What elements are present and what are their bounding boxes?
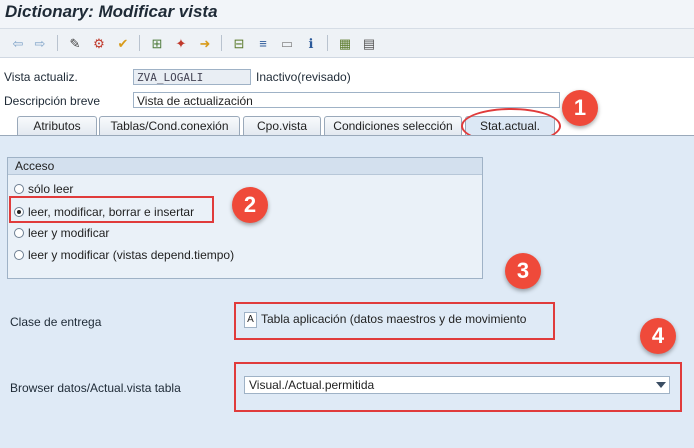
frame-icon[interactable]: ▭ bbox=[277, 33, 297, 53]
annotation-badge-2: 2 bbox=[232, 187, 268, 223]
toolbar-separator bbox=[57, 35, 58, 51]
window-title: Dictionary: Modificar vista bbox=[5, 2, 218, 21]
browser-label: Browser datos/Actual.vista tabla bbox=[10, 381, 181, 395]
annotation-badge-3: 3 bbox=[505, 253, 541, 289]
desc-label: Descripción breve bbox=[4, 94, 101, 108]
table-icon[interactable]: ▤ bbox=[359, 33, 379, 53]
radio-label: leer y modificar bbox=[28, 226, 110, 240]
activate-icon[interactable]: ⚙ bbox=[89, 33, 109, 53]
tab-cpo-vista[interactable]: Cpo.vista bbox=[243, 116, 321, 135]
radio-button[interactable] bbox=[14, 184, 24, 194]
annotation-badge-1: 1 bbox=[562, 90, 598, 126]
desc-field[interactable]: Vista de actualización bbox=[133, 92, 560, 108]
title-bar: Dictionary: Modificar vista bbox=[0, 0, 694, 29]
radio-button[interactable] bbox=[14, 250, 24, 260]
acceso-title: Acceso bbox=[8, 158, 482, 175]
annotation-badge-4: 4 bbox=[640, 318, 676, 354]
tab-tablas[interactable]: Tablas/Cond.conexión bbox=[99, 116, 240, 135]
annotation-box-2 bbox=[9, 196, 214, 223]
annotation-box-3 bbox=[234, 302, 555, 340]
radio-leer-modificar[interactable]: leer y modificar bbox=[14, 224, 109, 242]
radio-leer-modificar-tiempo[interactable]: leer y modificar (vistas depend.tiempo) bbox=[14, 246, 234, 264]
toolbar-separator bbox=[221, 35, 222, 51]
toolbar-separator bbox=[139, 35, 140, 51]
tab-condiciones[interactable]: Condiciones selección bbox=[324, 116, 462, 135]
radio-label: sólo leer bbox=[28, 182, 74, 196]
toolbar-separator bbox=[327, 35, 328, 51]
vista-status: Inactivo(revisado) bbox=[256, 70, 351, 84]
clase-entrega-label: Clase de entrega bbox=[10, 315, 102, 329]
back-icon[interactable]: ⇦ bbox=[8, 33, 28, 53]
tree-icon[interactable]: ▦ bbox=[335, 33, 355, 53]
navigate-icon[interactable]: ➜ bbox=[195, 33, 215, 53]
toolbar: ⇦ ⇨ ✎ ⚙ ✔ ⊞ ✦ ➜ ⊟ ≡ ▭ ℹ ▦ ▤ bbox=[0, 29, 694, 58]
check-icon[interactable]: ✔ bbox=[113, 33, 133, 53]
vista-field[interactable]: ZVA_LOGALI bbox=[133, 69, 251, 85]
where-used-icon[interactable]: ⊞ bbox=[147, 33, 167, 53]
align-icon[interactable]: ≡ bbox=[253, 33, 273, 53]
display-change-icon[interactable]: ✎ bbox=[65, 33, 85, 53]
hierarchy-icon[interactable]: ⊟ bbox=[229, 33, 249, 53]
tab-atributos[interactable]: Atributos bbox=[17, 116, 97, 135]
vista-label: Vista actualiz. bbox=[4, 70, 78, 84]
radio-button[interactable] bbox=[14, 228, 24, 238]
annotation-box-4 bbox=[234, 362, 682, 412]
wand-icon[interactable]: ✦ bbox=[171, 33, 191, 53]
radio-label: leer y modificar (vistas depend.tiempo) bbox=[28, 248, 235, 262]
info-icon[interactable]: ℹ bbox=[301, 33, 321, 53]
forward-icon[interactable]: ⇨ bbox=[30, 33, 50, 53]
